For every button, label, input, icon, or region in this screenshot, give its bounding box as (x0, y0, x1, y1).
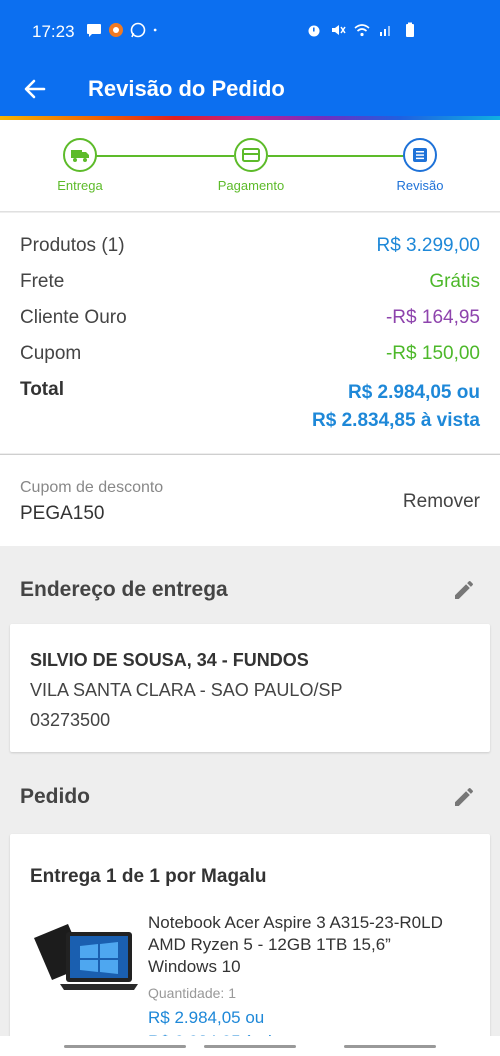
summary-label: Total (20, 379, 64, 400)
address-line-street: SILVIO DE SOUSA, 34 - FUNDOS (30, 650, 309, 670)
address-card[interactable]: SILVIO DE SOUSA, 34 - FUNDOS VILA SANTA … (10, 624, 490, 752)
step-entrega[interactable]: Entrega (30, 138, 130, 193)
nav-home-button[interactable] (204, 1045, 296, 1048)
total-installment: R$ 2.984,05 ou (347, 382, 480, 403)
truck-icon (71, 150, 89, 162)
remove-coupon-button[interactable]: Remover (403, 491, 480, 513)
step-revisao[interactable]: Revisão (370, 138, 470, 193)
nav-back-button[interactable] (344, 1045, 436, 1048)
message-icon (87, 24, 101, 37)
edit-address-pencil-icon[interactable] (452, 578, 476, 602)
summary-value: Grátis (429, 271, 480, 292)
notebook-product-image[interactable] (28, 918, 140, 1008)
product-price: R$ 2.984,05 ou (148, 1008, 265, 1027)
order-card: Entrega 1 de 1 por Magalu Notebook Acer … (10, 834, 490, 1056)
address-line-city: VILA SANTA CLARA - SAO PAULO/SP (30, 680, 343, 700)
page-title: Revisão do Pedido (88, 76, 285, 101)
list-icon (413, 148, 427, 162)
step-label: Revisão (396, 178, 444, 193)
summary-row-cliente-ouro: Cliente Ouro -R$ 164,95 (20, 307, 480, 329)
coupon-section: Cupom de desconto PEGA150 Remover (0, 454, 500, 546)
coupon-label: Cupom de desconto (20, 479, 164, 496)
summary-row-produtos: Produtos (1) R$ 3.299,00 (20, 235, 480, 257)
alarm-icon (308, 25, 320, 37)
card-icon (242, 148, 260, 162)
battery-icon (406, 22, 414, 37)
product-name[interactable]: Notebook Acer Aspire 3 A315-23-R0LD AMD … (148, 912, 478, 978)
status-time: 17:23 (32, 22, 75, 41)
whatsapp-icon (130, 22, 146, 38)
coupon-code: PEGA150 (20, 503, 105, 524)
summary-value: -R$ 164,95 (385, 307, 480, 328)
status-bar: 17:23 (0, 0, 500, 62)
nav-recent-button[interactable] (64, 1045, 186, 1048)
summary-row-cupom: Cupom -R$ 150,00 (20, 343, 480, 365)
summary-label: Produtos (1) (20, 235, 125, 256)
signal-icon (380, 26, 390, 36)
mute-icon (332, 25, 346, 35)
address-section-title: Endereço de entrega (20, 578, 228, 601)
system-navigation-bar (0, 1036, 500, 1056)
step-label: Entrega (57, 178, 103, 193)
order-section-title: Pedido (20, 785, 91, 808)
delivery-title: Entrega 1 de 1 por Magalu (30, 866, 267, 887)
summary-row-total: Total R$ 2.984,05 ou R$ 2.834,85 à vista (20, 379, 480, 435)
edit-order-pencil-icon[interactable] (452, 785, 476, 809)
summary-label: Cupom (20, 343, 82, 364)
status-left-icons (86, 22, 162, 38)
address-line-zip: 03273500 (30, 710, 111, 730)
step-label: Pagamento (217, 178, 285, 193)
dot-icon (153, 28, 157, 32)
app-bar: Revisão do Pedido (0, 62, 500, 116)
back-arrow-icon[interactable] (20, 74, 50, 104)
app-notification-icon (109, 23, 123, 37)
step-pagamento[interactable]: Pagamento (201, 138, 301, 193)
summary-label: Cliente Ouro (20, 307, 127, 328)
status-right-icons (306, 22, 418, 38)
order-summary: Produtos (1) R$ 3.299,00 Frete Grátis Cl… (0, 213, 500, 453)
checkout-steps: Entrega Pagamento Revisão (0, 120, 500, 212)
product-quantity: Quantidade: 1 (148, 985, 236, 1001)
wifi-icon (354, 24, 370, 37)
summary-value: R$ 3.299,00 (376, 235, 480, 256)
summary-row-frete: Frete Grátis (20, 271, 480, 293)
summary-value: -R$ 150,00 (385, 343, 480, 364)
summary-total-value: R$ 2.984,05 ou R$ 2.834,85 à vista (312, 379, 480, 435)
total-cash: R$ 2.834,85 à vista (312, 410, 480, 431)
summary-label: Frete (20, 271, 65, 292)
